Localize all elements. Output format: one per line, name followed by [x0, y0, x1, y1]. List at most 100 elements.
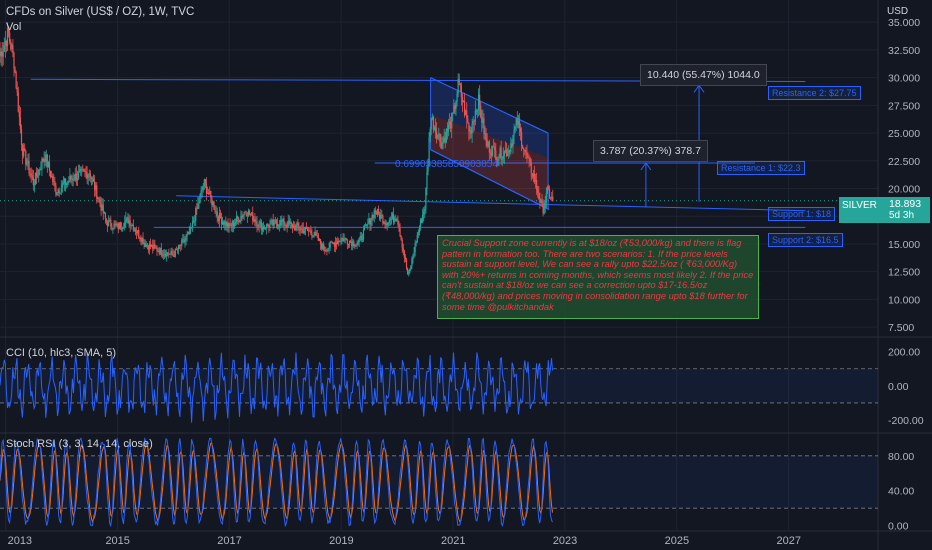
- candle-body: [389, 219, 391, 221]
- candle-body: [117, 223, 119, 230]
- candle-body: [524, 149, 526, 152]
- candle-body: [494, 146, 496, 151]
- candle-body: [368, 218, 370, 224]
- candle-body: [49, 170, 52, 177]
- resistance-2-label[interactable]: Resistance 2: $27.75: [768, 86, 861, 100]
- candle-body: [331, 242, 333, 244]
- candle-body: [156, 247, 158, 252]
- candle-body: [444, 137, 446, 143]
- candle-body: [246, 215, 248, 217]
- candle-body: [395, 218, 397, 221]
- candle-body: [18, 111, 20, 117]
- candle-body: [215, 211, 217, 213]
- candle-body: [228, 223, 230, 228]
- candle-body: [30, 173, 32, 176]
- candle-body: [351, 241, 353, 247]
- candle-body: [61, 183, 63, 188]
- candle-body: [273, 219, 275, 226]
- candle-body: [298, 226, 300, 230]
- candle-body: [55, 185, 57, 195]
- candle-body: [14, 68, 16, 73]
- candle-body: [480, 105, 482, 118]
- candle-body: [482, 118, 484, 123]
- price-tick-label: 15.000: [888, 239, 920, 251]
- candle-body: [68, 181, 70, 182]
- candle-body: [261, 226, 264, 231]
- candle-body: [430, 118, 432, 129]
- candle-body: [399, 228, 401, 237]
- candle-body: [318, 239, 321, 241]
- candle-body: [422, 214, 424, 223]
- candle-body: [72, 178, 74, 181]
- candle-body: [551, 196, 553, 199]
- price-axis: 7.50010.00012.50015.00017.50020.00022.50…: [888, 17, 924, 532]
- candle-body: [519, 128, 522, 132]
- support-1-label[interactable]: Support 1: $18: [768, 207, 836, 221]
- candle-body: [19, 116, 22, 130]
- candle-body: [431, 116, 433, 119]
- candle-body: [498, 157, 500, 160]
- candle-body: [465, 110, 467, 115]
- candle-body: [384, 222, 386, 225]
- candle-body: [316, 235, 318, 236]
- candle-body: [289, 222, 291, 224]
- support-2-label[interactable]: Support 2: $16.5: [768, 233, 843, 247]
- candle-body: [334, 242, 337, 247]
- candle-body: [256, 221, 258, 226]
- candle-body: [428, 137, 430, 162]
- candle-body: [13, 52, 15, 69]
- candle-body: [48, 162, 51, 171]
- candle-body: [144, 242, 146, 247]
- candle-body: [23, 147, 25, 157]
- candle-body: [181, 240, 183, 246]
- candle-body: [415, 242, 417, 244]
- candle-body: [511, 143, 513, 147]
- candle-body: [176, 249, 179, 251]
- candle-body: [155, 246, 157, 248]
- candle-body: [398, 224, 400, 229]
- candle-body: [105, 218, 108, 223]
- analysis-note[interactable]: Crucial Support zone currently is at $18…: [437, 235, 759, 319]
- candle-body: [375, 212, 378, 215]
- candle-body: [402, 247, 404, 251]
- price-tick-label: 27.500: [888, 100, 920, 112]
- candle-body: [507, 153, 509, 156]
- candle-body: [361, 239, 364, 241]
- candle-body: [113, 223, 115, 229]
- candle-body: [170, 251, 172, 254]
- candle-body: [455, 101, 457, 110]
- candle-body: [73, 180, 75, 181]
- candle-body: [102, 204, 104, 214]
- candle-body: [271, 220, 273, 222]
- candle-body: [135, 232, 138, 233]
- candle-body: [545, 193, 547, 203]
- candle-body: [84, 170, 86, 172]
- candle-body: [459, 82, 461, 85]
- candle-body: [82, 169, 84, 171]
- candle-body: [216, 211, 218, 217]
- price-tag: 18.893 5d 3h: [886, 197, 930, 223]
- candle-body: [414, 243, 416, 253]
- stoch-rsi-title[interactable]: Stoch RSI (3, 3, 14, 14, close): [6, 438, 153, 450]
- candle-body: [491, 146, 494, 156]
- candle-body: [222, 221, 224, 225]
- candle-body: [275, 220, 277, 224]
- candle-body: [294, 225, 296, 231]
- candle-body: [234, 221, 237, 224]
- candle-body: [474, 110, 476, 122]
- candle-body: [197, 203, 199, 209]
- candle-body: [502, 155, 504, 160]
- candle-body: [106, 222, 109, 226]
- candle-body: [512, 135, 514, 147]
- candle-body: [349, 241, 352, 243]
- candle-body: [115, 224, 117, 226]
- cci-title[interactable]: CCI (10, hlc3, SMA, 5): [6, 347, 116, 359]
- candle-body: [550, 197, 552, 199]
- candle-body: [96, 185, 98, 199]
- candle-body: [463, 100, 466, 115]
- candle-body: [283, 218, 285, 226]
- resistance-1-label[interactable]: Resistance 1: $22.3: [717, 161, 805, 175]
- price-tag-value: 18.893: [889, 198, 922, 210]
- candle-body: [508, 150, 510, 154]
- candle-body: [101, 204, 103, 211]
